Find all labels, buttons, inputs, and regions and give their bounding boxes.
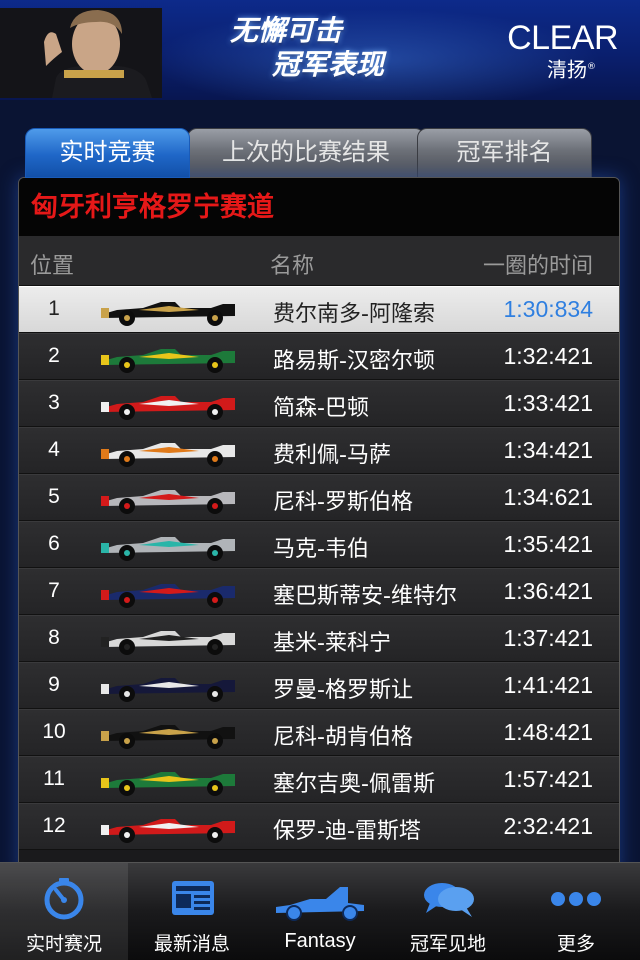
row-position: 3: [48, 391, 60, 414]
mercedes-car-icon: [99, 527, 241, 563]
table-row[interactable]: 12 保罗-迪-雷斯塔 2:32:421: [19, 803, 619, 850]
row-lap-time: 1:48:421: [503, 719, 593, 745]
race-tabs: 实时竞赛 上次的比赛结果 冠军排名: [25, 128, 595, 178]
row-position: 12: [42, 814, 66, 837]
row-position: 8: [48, 626, 60, 649]
race-table-panel: 匈牙利亨格罗宁赛道 位置 名称 一圈的时间 1 费尔南多-阿隆索 1:30:834 2…: [18, 177, 620, 877]
row-position: 10: [42, 720, 66, 743]
red-bull-car-icon: [99, 574, 241, 610]
column-header-position: 位置: [30, 254, 75, 279]
ferrari-car-icon: [99, 386, 241, 422]
nav-fantasy-label: Fantasy: [284, 930, 356, 952]
caterham-car-icon: [99, 762, 241, 798]
stopwatch-icon: [34, 877, 94, 921]
lotus-car-icon: [99, 292, 241, 328]
row-position: 5: [48, 485, 60, 508]
row-lap-time: 1:36:421: [503, 578, 593, 604]
nav-more-label: 更多: [556, 933, 595, 955]
row-driver-name: 罗曼-格罗斯让: [273, 678, 413, 703]
chat-bubbles-icon: [418, 877, 478, 921]
tab-live-race[interactable]: 实时竞赛: [25, 128, 190, 178]
row-driver-name: 费尔南多-阿隆索: [273, 302, 435, 327]
row-lap-time: 1:37:421: [503, 625, 593, 651]
row-driver-name: 塞尔吉奥-佩雷斯: [273, 772, 435, 797]
row-lap-time: 1:30:834: [503, 296, 593, 322]
lotus-car-icon: [99, 715, 241, 751]
table-header: 位置 名称 一圈的时间: [19, 236, 619, 286]
tab-championship[interactable]: 冠军排名: [417, 128, 592, 178]
driver-portrait-image: [0, 8, 162, 98]
row-driver-name: 基米-莱科宁: [273, 631, 391, 656]
ad-slogan: 无懈可击 冠军表现: [230, 14, 384, 82]
table-row[interactable]: 9 罗曼-格罗斯让 1:41:421: [19, 662, 619, 709]
registered-mark: ®: [587, 62, 596, 72]
table-row[interactable]: 10 尼科-胡肯伯格 1:48:421: [19, 709, 619, 756]
table-row[interactable]: 6 马克-韦伯 1:35:421: [19, 521, 619, 568]
row-lap-time: 1:33:421: [503, 390, 593, 416]
table-body: 1 费尔南多-阿隆索 1:30:834 2 路易斯-汉密尔顿 1:32:421 3 简森-巴顿…: [19, 286, 619, 850]
row-driver-name: 费利佩-马萨: [273, 443, 391, 468]
nav-more[interactable]: 更多: [512, 863, 640, 960]
mclaren-car-icon: [99, 480, 241, 516]
row-driver-name: 路易斯-汉密尔顿: [273, 349, 435, 374]
row-position: 7: [48, 579, 60, 602]
force-india-car-icon: [99, 433, 241, 469]
track-title: 匈牙利亨格罗宁赛道: [19, 178, 619, 236]
brand-name: CLEAR: [507, 19, 618, 57]
bottom-nav: 实时赛况 最新消息 Fantasy 冠军见地 更多: [0, 862, 640, 960]
row-position: 4: [48, 438, 60, 461]
more-dots-icon: [546, 877, 606, 921]
row-lap-time: 1:34:421: [503, 437, 593, 463]
newspaper-icon: [162, 877, 222, 921]
column-header-name: 名称: [270, 254, 315, 279]
brand-sub-text: 清扬: [547, 57, 587, 82]
nav-insights[interactable]: 冠军见地: [384, 863, 512, 960]
nav-live-label: 实时赛况: [25, 933, 102, 955]
caterham-car-icon: [99, 339, 241, 375]
ferrari-car-icon: [99, 809, 241, 845]
ad-slogan-line2: 冠军表现: [272, 48, 385, 81]
table-row[interactable]: 5 尼科-罗斯伯格 1:34:621: [19, 474, 619, 521]
table-row[interactable]: 11 塞尔吉奥-佩雷斯 1:57:421: [19, 756, 619, 803]
table-row[interactable]: 4 费利佩-马萨 1:34:421: [19, 427, 619, 474]
nav-insights-label: 冠军见地: [409, 933, 486, 955]
brand-logo: CLEAR 清扬®: [507, 19, 618, 83]
nav-fantasy[interactable]: Fantasy: [256, 863, 384, 960]
row-driver-name: 塞巴斯蒂安-维特尔: [273, 584, 457, 609]
row-lap-time: 1:32:421: [503, 343, 593, 369]
williams-car-icon: [99, 668, 241, 704]
nav-live[interactable]: 实时赛况: [0, 863, 128, 960]
ad-slogan-line1: 无懈可击: [230, 14, 343, 47]
nav-news-label: 最新消息: [153, 933, 230, 955]
brand-sub: 清扬®: [507, 54, 618, 83]
row-lap-time: 1:35:421: [503, 531, 593, 557]
race-car-icon: [270, 877, 370, 921]
row-driver-name: 保罗-迪-雷斯塔: [273, 819, 421, 844]
ad-banner[interactable]: 无懈可击 冠军表现 CLEAR 清扬®: [0, 0, 640, 100]
row-position: 6: [48, 532, 60, 555]
row-lap-time: 1:41:421: [503, 672, 593, 698]
table-row[interactable]: 8 基米-莱科宁 1:37:421: [19, 615, 619, 662]
row-position: 1: [48, 297, 60, 320]
table-row[interactable]: 2 路易斯-汉密尔顿 1:32:421: [19, 333, 619, 380]
table-row[interactable]: 1 费尔南多-阿隆索 1:30:834: [19, 286, 619, 333]
row-position: 11: [43, 767, 65, 790]
row-lap-time: 1:57:421: [503, 766, 593, 792]
row-driver-name: 马克-韦伯: [273, 537, 369, 562]
table-row[interactable]: 3 简森-巴顿 1:33:421: [19, 380, 619, 427]
row-driver-name: 尼科-罗斯伯格: [273, 490, 413, 515]
sauber-car-icon: [99, 621, 241, 657]
column-header-lap-time: 一圈的时间: [482, 254, 593, 279]
nav-news[interactable]: 最新消息: [128, 863, 256, 960]
row-position: 2: [48, 344, 60, 367]
row-driver-name: 简森-巴顿: [273, 396, 369, 421]
tab-last-results[interactable]: 上次的比赛结果: [187, 128, 425, 178]
table-row[interactable]: 7 塞巴斯蒂安-维特尔 1:36:421: [19, 568, 619, 615]
row-lap-time: 2:32:421: [503, 813, 593, 839]
row-driver-name: 尼科-胡肯伯格: [273, 725, 413, 750]
row-position: 9: [48, 673, 60, 696]
row-lap-time: 1:34:621: [503, 484, 593, 510]
